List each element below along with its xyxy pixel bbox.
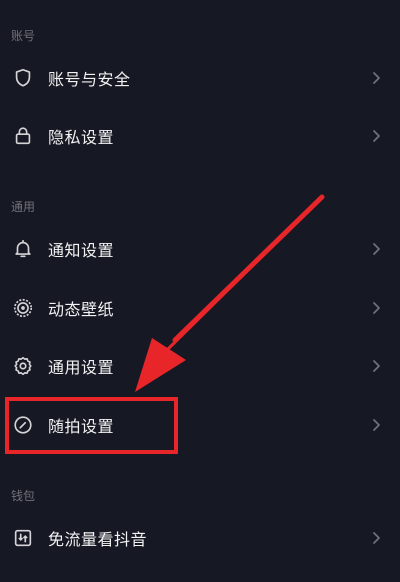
- chevron-right-icon: [370, 300, 382, 316]
- chevron-right-icon: [370, 128, 382, 144]
- settings-item-privacy[interactable]: 隐私设置: [0, 108, 400, 164]
- bell-icon: [11, 237, 35, 261]
- section-header-account: 账号: [11, 29, 36, 43]
- shield-icon: [11, 66, 35, 90]
- chevron-right-icon: [370, 417, 382, 433]
- annotation-highlight-box: [5, 397, 178, 454]
- settings-item-label: 动态壁纸: [48, 300, 115, 319]
- settings-item-label: 免流量看抖音: [48, 530, 148, 549]
- settings-item-label: 通知设置: [48, 241, 115, 260]
- settings-item-label: 账号与安全: [48, 70, 131, 89]
- settings-item-account-security[interactable]: 账号与安全: [0, 50, 400, 106]
- section-header-general: 通用: [11, 200, 36, 214]
- data-free-icon: [11, 526, 35, 550]
- chevron-right-icon: [370, 530, 382, 546]
- settings-item-label: 隐私设置: [48, 128, 115, 147]
- settings-page: 账号 账号与安全 隐私设置 通用 通知设置 动态壁纸 通用设置 随拍设置 钱包 …: [0, 0, 400, 582]
- lock-icon: [11, 124, 35, 148]
- settings-item-general[interactable]: 通用设置: [0, 338, 400, 394]
- gear-icon: [11, 354, 35, 378]
- section-header-wallet: 钱包: [11, 489, 36, 503]
- settings-item-label: 通用设置: [48, 358, 115, 377]
- settings-item-data-free[interactable]: 免流量看抖音: [0, 510, 400, 566]
- settings-item-notifications[interactable]: 通知设置: [0, 221, 400, 277]
- live-wallpaper-icon: [11, 296, 35, 320]
- chevron-right-icon: [370, 358, 382, 374]
- chevron-right-icon: [370, 241, 382, 257]
- settings-item-live-wallpaper[interactable]: 动态壁纸: [0, 280, 400, 336]
- chevron-right-icon: [370, 70, 382, 86]
